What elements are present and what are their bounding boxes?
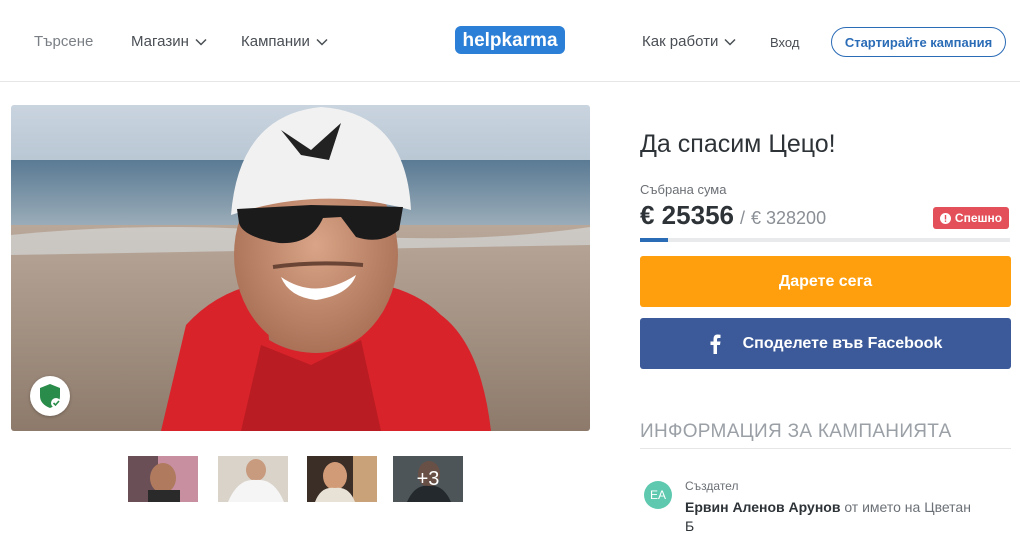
campaigns-label: Кампании xyxy=(241,33,310,50)
chevron-down-icon xyxy=(316,38,328,46)
how-it-works-menu[interactable]: Как работи xyxy=(642,33,736,50)
start-campaign-button[interactable]: Стартирайте кампания xyxy=(831,27,1006,57)
share-facebook-button[interactable]: Споделете във Facebook xyxy=(640,318,1011,369)
photo-thumbnail-more[interactable]: +3 xyxy=(393,456,463,502)
login-link[interactable]: Вход xyxy=(770,35,799,50)
chevron-down-icon xyxy=(195,38,207,46)
on-behalf-text: от името на Цветан xyxy=(844,499,971,515)
campaign-photo[interactable] xyxy=(11,105,590,431)
helpkarma-logo[interactable]: helpkarma xyxy=(455,26,565,54)
funding-progress-bar xyxy=(640,238,1010,242)
search-link[interactable]: Търсене xyxy=(34,33,93,50)
chevron-down-icon xyxy=(724,38,736,46)
logo-text: helpkarma xyxy=(462,30,557,51)
alert-icon xyxy=(939,212,951,224)
shop-menu[interactable]: Магазин xyxy=(131,33,207,50)
goal-separator: / xyxy=(739,208,745,228)
how-it-works-label: Как работи xyxy=(642,33,719,50)
urgent-label: Спешно xyxy=(954,211,1003,225)
verified-shield-icon xyxy=(30,376,70,416)
start-campaign-label: Стартирайте кампания xyxy=(844,34,993,50)
creator-label: Създател xyxy=(685,479,739,493)
donate-now-button[interactable]: Дарете сега xyxy=(640,256,1011,307)
avatar: ЕА xyxy=(644,481,672,509)
raised-label: Събрана сума xyxy=(640,182,727,197)
site-header: Търсене Магазин Кампании helpkarma Как р… xyxy=(0,0,1020,82)
donate-label: Дарете сега xyxy=(778,272,873,290)
divider xyxy=(640,448,1011,449)
more-photos-count: +3 xyxy=(393,456,463,502)
shop-label: Магазин xyxy=(131,33,189,50)
creator-name[interactable]: Ервин Аленов Арунов xyxy=(685,499,840,515)
goal-amount: € 328200 xyxy=(751,208,827,228)
campaign-title: Да спасим Цецо! xyxy=(640,130,836,158)
search-label: Търсене xyxy=(34,33,94,50)
photo-thumbnail[interactable] xyxy=(307,456,377,502)
urgent-badge: Спешно xyxy=(933,207,1009,229)
on-behalf-continuation: Б xyxy=(685,518,695,534)
photo-thumbnail[interactable] xyxy=(218,456,288,502)
campaigns-menu[interactable]: Кампании xyxy=(241,33,328,50)
raised-amount: € 25356 xyxy=(640,200,734,230)
share-facebook-label: Споделете във Facebook xyxy=(742,334,943,352)
photo-thumbnail[interactable] xyxy=(128,456,198,502)
facebook-icon xyxy=(710,334,721,354)
amount-row: € 25356 / € 328200 xyxy=(640,200,826,231)
creator-line: Ервин Аленов Арунов от името на Цветан xyxy=(685,499,971,515)
login-label: Вход xyxy=(770,35,800,50)
campaign-info-heading: ИНФОРМАЦИЯ ЗА КАМПАНИЯТА xyxy=(640,421,952,442)
funding-progress-fill xyxy=(640,238,669,242)
